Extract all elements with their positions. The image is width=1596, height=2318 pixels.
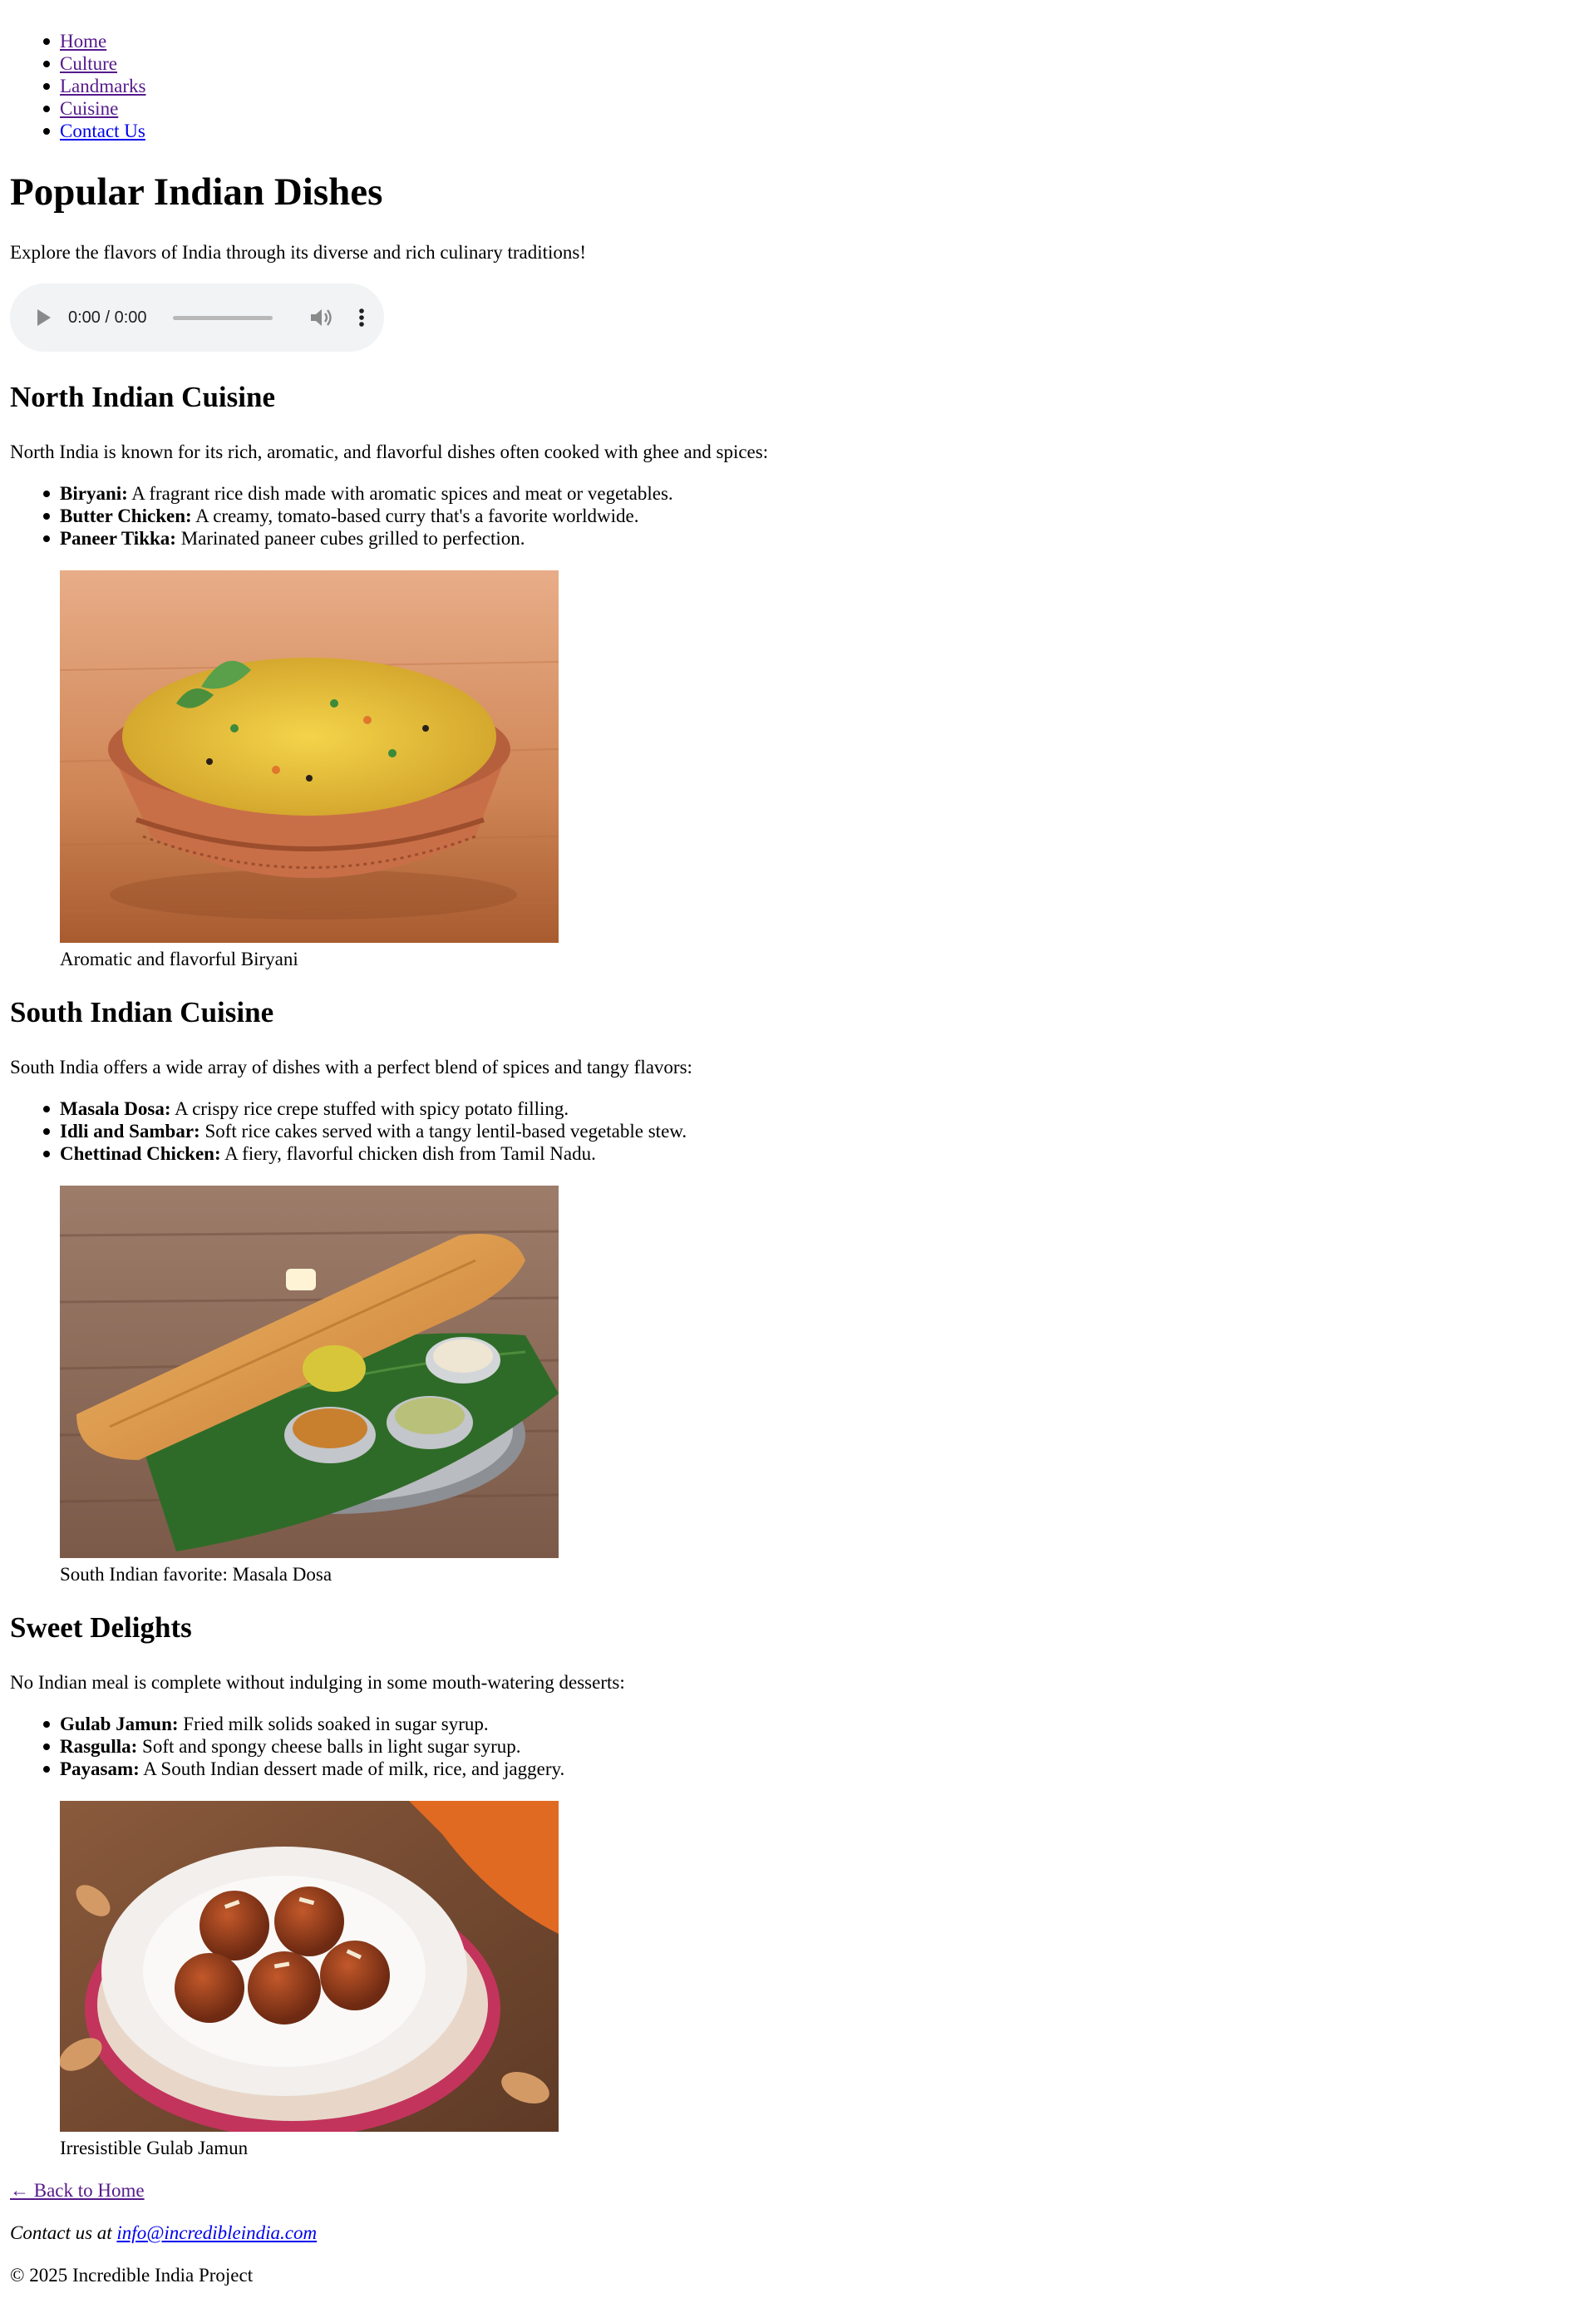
- dish-item-chettinad-chicken: Chettinad Chicken: A fiery, flavorful ch…: [43, 1142, 596, 1165]
- dish-description: Soft and spongy cheese balls in light su…: [137, 1736, 521, 1757]
- back-to-home-link[interactable]: ← Back to Home: [10, 2180, 145, 2201]
- more-options-icon[interactable]: [353, 307, 370, 328]
- dish-item-rasgulla: Rasgulla: Soft and spongy cheese balls i…: [43, 1735, 521, 1758]
- copyright: © 2025 Incredible India Project: [10, 2265, 254, 2286]
- bullet-icon: [43, 83, 50, 90]
- dish-name: Rasgulla:: [60, 1736, 138, 1757]
- dish-name: Paneer Tikka:: [60, 528, 176, 549]
- section-description-south-indian: South India offers a wide array of dishe…: [10, 1057, 692, 1078]
- masala-dosa-caption: South Indian favorite: Masala Dosa: [60, 1564, 332, 1585]
- dish-name: Gulab Jamun:: [60, 1714, 179, 1734]
- bullet-icon: [43, 106, 50, 112]
- dish-description: A crispy rice crepe stuffed with spicy p…: [170, 1098, 569, 1119]
- masala-dosa-image: [60, 1186, 559, 1558]
- biryani-image: [60, 570, 559, 943]
- section-title-south-indian: South Indian Cuisine: [10, 996, 274, 1028]
- biryani-caption: Aromatic and flavorful Biryani: [60, 949, 298, 969]
- dish-description: Soft rice cakes served with a tangy lent…: [200, 1121, 687, 1142]
- dish-name: Chettinad Chicken:: [60, 1143, 221, 1164]
- section-description-north-indian: North India is known for its rich, aroma…: [10, 441, 769, 462]
- section-description-sweet-delights: No Indian meal is complete without indul…: [10, 1672, 625, 1693]
- nav-link-landmarks[interactable]: Landmarks: [60, 76, 145, 96]
- dish-item-butter-chicken: Butter Chicken: A creamy, tomato-based c…: [43, 505, 639, 527]
- dish-description: A South Indian dessert made of milk, ric…: [139, 1758, 565, 1779]
- dish-name: Masala Dosa:: [60, 1098, 171, 1119]
- dish-name: Butter Chicken:: [60, 506, 192, 526]
- bullet-icon: [43, 1106, 50, 1112]
- dish-name: Biryani:: [60, 483, 128, 504]
- audio-player[interactable]: 0:00 / 0:00: [10, 284, 384, 352]
- dish-description: Fried milk solids soaked in sugar syrup.: [178, 1714, 489, 1734]
- nav-link-cuisine[interactable]: Cuisine: [60, 98, 118, 119]
- dish-item-biryani: Biryani: A fragrant rice dish made with …: [43, 482, 673, 505]
- nav-item-cuisine: Cuisine: [43, 97, 118, 120]
- bullet-icon: [43, 1721, 50, 1728]
- dish-description: Marinated paneer cubes grilled to perfec…: [175, 528, 525, 549]
- audio-time: 0:00 / 0:00: [68, 308, 147, 327]
- dish-name: Payasam:: [60, 1758, 140, 1779]
- section-title-sweet-delights: Sweet Delights: [10, 1611, 192, 1644]
- dish-description: A fragrant rice dish made with aromatic …: [127, 483, 673, 504]
- bullet-icon: [43, 38, 50, 45]
- back-to-home: ← Back to Home: [10, 2179, 145, 2202]
- dish-description: A creamy, tomato-based curry that's a fa…: [191, 506, 639, 526]
- play-icon[interactable]: [37, 309, 51, 326]
- contact-prefix: Contact us at: [10, 2222, 117, 2243]
- gulab-jamun-image: [60, 1801, 559, 2132]
- page-title: Popular Indian Dishes: [10, 170, 383, 214]
- section-title-north-indian: North Indian Cuisine: [10, 381, 275, 413]
- volume-icon[interactable]: [309, 307, 332, 328]
- bullet-icon: [43, 61, 50, 67]
- audio-progress-bar[interactable]: [173, 316, 273, 320]
- bullet-icon: [43, 1743, 50, 1750]
- dish-item-payasam: Payasam: A South Indian dessert made of …: [43, 1758, 565, 1780]
- dish-item-gulab-jamun: Gulab Jamun: Fried milk solids soaked in…: [43, 1713, 489, 1735]
- nav-link-contact-us[interactable]: Contact Us: [60, 121, 145, 141]
- nav-link-culture[interactable]: Culture: [60, 53, 117, 74]
- nav-item-contact: Contact Us: [43, 120, 145, 142]
- dish-item-idli-sambar: Idli and Sambar: Soft rice cakes served …: [43, 1120, 687, 1142]
- bullet-icon: [43, 128, 50, 135]
- dish-name: Idli and Sambar:: [60, 1121, 200, 1142]
- bullet-icon: [43, 535, 50, 542]
- bullet-icon: [43, 491, 50, 497]
- intro-text: Explore the flavors of India through its…: [10, 242, 586, 263]
- gulab-jamun-caption: Irresistible Gulab Jamun: [60, 2138, 249, 2158]
- bullet-icon: [43, 1766, 50, 1773]
- nav-item-landmarks: Landmarks: [43, 75, 145, 97]
- bullet-icon: [43, 513, 50, 520]
- bullet-icon: [43, 1128, 50, 1135]
- dish-item-paneer-tikka: Paneer Tikka: Marinated paneer cubes gri…: [43, 527, 525, 550]
- nav-item-home: Home: [43, 30, 106, 52]
- bullet-icon: [43, 1151, 50, 1157]
- contact-line: Contact us at info@incredibleindia.com: [10, 2222, 317, 2244]
- nav-item-culture: Culture: [43, 52, 117, 75]
- dish-item-masala-dosa: Masala Dosa: A crispy rice crepe stuffed…: [43, 1097, 569, 1120]
- email-link[interactable]: info@incredibleindia.com: [116, 2222, 317, 2243]
- page: Home Culture Landmarks Cuisine Contact U…: [0, 0, 1596, 2318]
- dish-description: A fiery, flavorful chicken dish from Tam…: [220, 1143, 596, 1164]
- nav-link-home[interactable]: Home: [60, 31, 106, 52]
